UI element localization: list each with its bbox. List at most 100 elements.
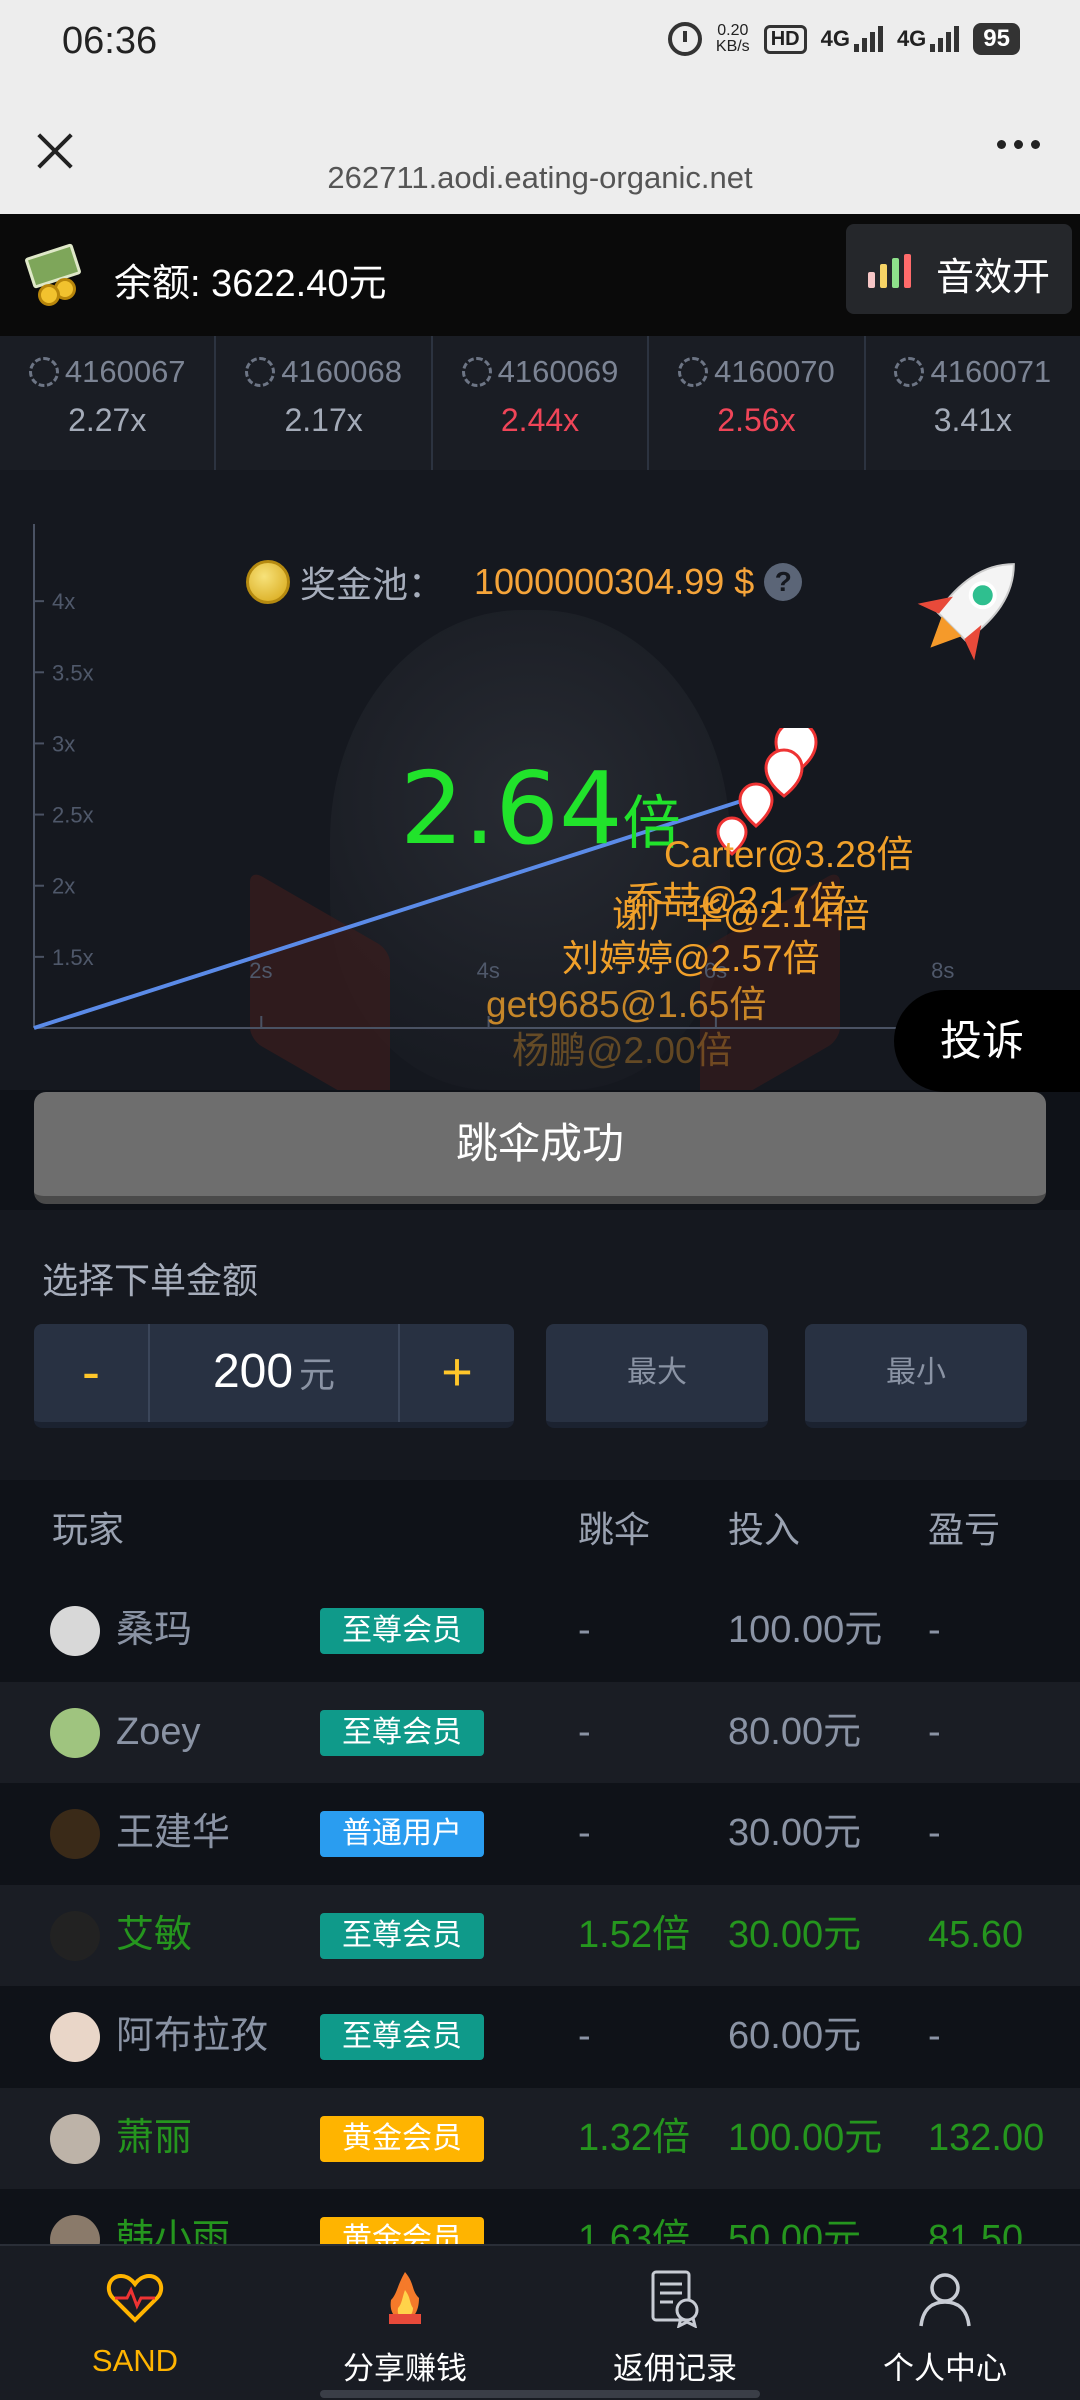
sound-bars-icon bbox=[868, 254, 911, 288]
round-multiplier: 2.27x bbox=[68, 402, 147, 438]
member-badge: 至尊会员 bbox=[320, 1709, 484, 1756]
balance-header: 余额: 3622.40元 音效开 bbox=[0, 214, 1080, 336]
invest-amount: 60.00元 bbox=[728, 2015, 862, 2057]
round-id: 4160070 bbox=[649, 354, 863, 390]
nav-item-share[interactable]: 分享赚钱 bbox=[270, 2246, 540, 2400]
history-item: 4160068 2.17x bbox=[216, 336, 433, 470]
pool-label: 奖金池： bbox=[300, 564, 445, 605]
invest-amount: 50.00元 bbox=[728, 2218, 862, 2244]
net-speed-value: 0.20 bbox=[717, 22, 749, 39]
history-item: 4160070 2.56x bbox=[649, 336, 866, 470]
table-row: 阿布拉孜 至尊会员 - 60.00元 - bbox=[0, 1986, 1080, 2088]
nav-item-rebate[interactable]: 返佣记录 bbox=[540, 2246, 810, 2400]
round-id-value: 4160070 bbox=[714, 354, 835, 389]
gear-icon bbox=[894, 357, 925, 387]
jump-multiplier: 1.52倍 bbox=[578, 1913, 690, 1956]
player-name: 萧丽 bbox=[116, 2116, 193, 2159]
profit-amount: - bbox=[928, 1812, 941, 1854]
signal-1-label: 4G bbox=[820, 26, 850, 51]
bet-amount-section: 选择下单金额 - 200 元 + 最大 最小 bbox=[0, 1210, 1080, 1480]
header-jump: 跳伞 bbox=[578, 1509, 651, 1550]
nav-item-profile[interactable]: 个人中心 bbox=[810, 2246, 1080, 2400]
member-badge: 至尊会员 bbox=[320, 2014, 484, 2060]
round-multiplier: 2.17x bbox=[284, 402, 363, 438]
home-indicator bbox=[320, 2390, 760, 2398]
member-badge: 黄金会员 bbox=[320, 2115, 484, 2162]
x-tick-label: 2s bbox=[249, 958, 272, 983]
member-badge: 至尊会员 bbox=[320, 1608, 484, 1654]
nav-label: 分享赚钱 bbox=[343, 2351, 467, 2386]
gear-icon bbox=[678, 357, 709, 387]
round-history: 4160067 2.27x 4160068 2.17x 4160069 2.44x 4160… bbox=[0, 336, 1080, 470]
profit-amount: 81.50 bbox=[928, 2218, 1024, 2244]
net-speed-unit: KB/s bbox=[715, 38, 750, 55]
net-speed: 0.20 KB/s bbox=[716, 23, 750, 55]
battery-icon: 95 bbox=[973, 23, 1020, 55]
nav-label: 返佣记录 bbox=[613, 2351, 737, 2386]
table-header: 玩家 跳伞 投入 盈亏 bbox=[0, 1480, 1080, 1580]
table-row: 王建华 普通用户 - 30.00元 - bbox=[0, 1783, 1080, 1885]
increase-button[interactable]: + bbox=[400, 1324, 514, 1422]
avatar bbox=[50, 2113, 100, 2164]
player-name: 王建华 bbox=[116, 1812, 231, 1854]
table-row: Zoey 至尊会员 - 80.00元 - bbox=[0, 1681, 1080, 1783]
cashout-label: 杨鹏@2.00倍 bbox=[512, 1030, 733, 1071]
jump-multiplier: - bbox=[578, 1710, 591, 1753]
round-id-value: 4160068 bbox=[281, 354, 402, 389]
header-player: 玩家 bbox=[52, 1509, 125, 1550]
y-tick-label: 4x bbox=[52, 589, 75, 614]
jump-multiplier: - bbox=[578, 2015, 591, 2057]
y-tick-label: 3x bbox=[52, 731, 75, 756]
status-icons: 0.20 KB/s HD 4G 4G 95 bbox=[667, 22, 1020, 56]
alarm-icon bbox=[667, 22, 702, 56]
gear-icon bbox=[245, 357, 276, 387]
rocket-icon bbox=[917, 563, 1015, 661]
amount-stepper: - 200 元 + bbox=[34, 1324, 514, 1428]
jump-multiplier: 1.32倍 bbox=[578, 2116, 690, 2159]
table-body: 桑玛 至尊会员 -100.00元 - Zoey 至尊会员 -80.00元 - 王建华 普通用户 -3… bbox=[0, 1580, 1080, 2244]
complain-button[interactable]: 投诉 bbox=[894, 990, 1080, 1092]
sound-label: 音效开 bbox=[936, 257, 1051, 299]
x-tick-label: 8s bbox=[931, 958, 954, 983]
gear-icon bbox=[461, 357, 492, 387]
more-dots-icon[interactable] bbox=[997, 140, 1040, 149]
y-tick-label: 1.5x bbox=[52, 945, 94, 970]
profit-amount: 45.60 bbox=[928, 1913, 1024, 1956]
status-time: 06:36 bbox=[62, 20, 158, 62]
avatar bbox=[50, 1910, 100, 1961]
signal-1: 4G bbox=[821, 26, 883, 52]
member-badge: 至尊会员 bbox=[320, 1912, 484, 1959]
header-invest: 投入 bbox=[728, 1509, 801, 1550]
history-item: 4160069 2.44x bbox=[433, 336, 650, 470]
round-id: 4160068 bbox=[216, 354, 430, 390]
table-row: 桑玛 至尊会员 - 100.00元 - bbox=[0, 1580, 1080, 1682]
min-button[interactable]: 最小 bbox=[805, 1324, 1027, 1428]
amount-value: 200 bbox=[212, 1345, 294, 1398]
round-id-value: 4160069 bbox=[497, 354, 619, 389]
max-button[interactable]: 最大 bbox=[546, 1324, 768, 1428]
invest-amount: 80.00元 bbox=[728, 1710, 862, 1753]
player-name: 桑玛 bbox=[116, 1609, 193, 1651]
player-name: 阿布拉孜 bbox=[116, 2015, 269, 2057]
gift-fire-icon bbox=[389, 2272, 421, 2324]
avatar bbox=[50, 2012, 100, 2062]
member-badge: 黄金会员 bbox=[320, 2217, 484, 2244]
page-url: 262711.aodi.eating-organic.net bbox=[327, 160, 753, 195]
decrease-button[interactable]: - bbox=[34, 1324, 148, 1422]
header-profit: 盈亏 bbox=[928, 1509, 1001, 1550]
jump-button[interactable]: 跳伞成功 bbox=[34, 1092, 1046, 1204]
user-icon bbox=[919, 2273, 971, 2327]
avatar bbox=[50, 1809, 100, 1859]
nav-item-sand[interactable]: SAND bbox=[0, 2246, 270, 2400]
member-badge: 普通用户 bbox=[320, 1811, 484, 1857]
balance-text: 余额: 3622.40元 bbox=[114, 263, 387, 305]
player-table: 玩家 跳伞 投入 盈亏 桑玛 至尊会员 -100.00元 - Zoey 至尊会员 -80.0… bbox=[0, 1480, 1080, 2244]
avatar bbox=[50, 1606, 100, 1656]
sound-toggle-button[interactable]: 音效开 bbox=[846, 224, 1072, 314]
certificate-icon bbox=[651, 2270, 699, 2329]
hd-icon: HD bbox=[763, 24, 807, 54]
amount-input[interactable]: 200 元 bbox=[148, 1324, 400, 1422]
jump-multiplier: 1.63倍 bbox=[578, 2218, 690, 2244]
heartbeat-icon bbox=[106, 2273, 164, 2323]
help-icon[interactable]: ? bbox=[764, 563, 803, 601]
